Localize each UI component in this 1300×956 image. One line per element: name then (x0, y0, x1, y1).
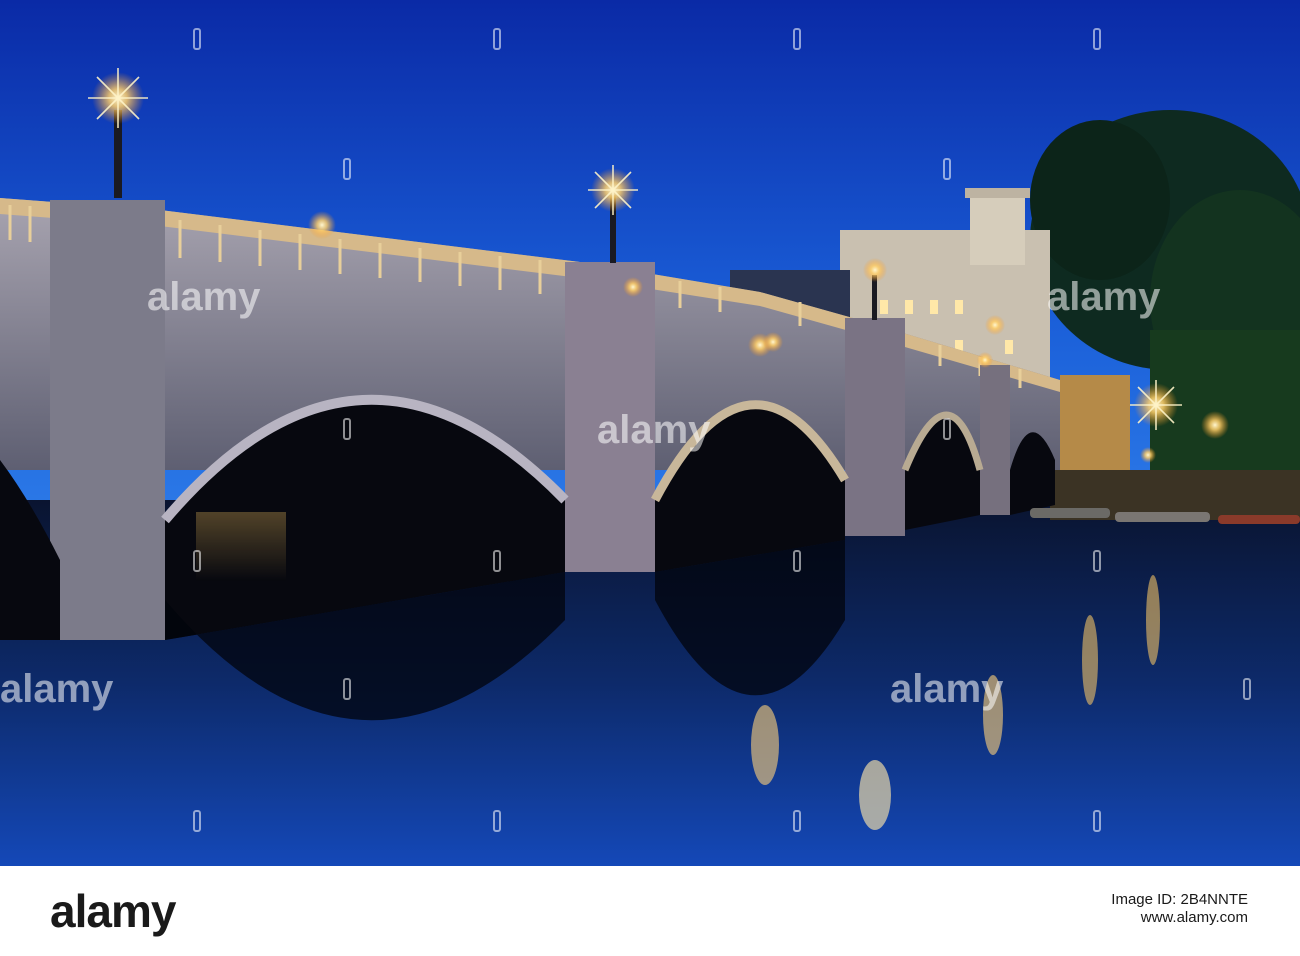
watermark-top-right: alamy (1047, 275, 1161, 319)
watermark-center: alamy (597, 408, 711, 452)
alamy-watermark-mark-icon (193, 28, 201, 50)
site-url: www.alamy.com (1140, 909, 1248, 926)
alamy-watermark-mark-icon (193, 550, 201, 572)
image-id: Image ID: 2B4NNTE (1111, 891, 1248, 908)
stock-photo: alamy alamy alamy alamy alamy alamy Imag… (0, 0, 1300, 956)
alamy-watermark-mark-icon (1093, 810, 1101, 832)
alamy-watermark-mark-icon (493, 550, 501, 572)
image-id-label: Image ID: 2B4NNTE www.alamy.com (1111, 891, 1248, 927)
alamy-watermark-mark-icon (343, 158, 351, 180)
alamy-watermark-mark-icon (793, 28, 801, 50)
watermark-bottom-center: alamy (890, 667, 1004, 711)
alamy-watermark-mark-icon (943, 418, 951, 440)
watermark-top-left: alamy (147, 275, 261, 319)
alamy-watermark-mark-icon (193, 810, 201, 832)
alamy-watermark-mark-icon (493, 810, 501, 832)
alamy-watermark-mark-icon (793, 550, 801, 572)
footer-bar: alamy Image ID: 2B4NNTE www.alamy.com (0, 866, 1300, 956)
alamy-watermark-mark-icon (343, 418, 351, 440)
alamy-watermark-mark-icon (943, 158, 951, 180)
alamy-watermark-mark-icon (1093, 28, 1101, 50)
alamy-logo: alamy (50, 885, 176, 937)
alamy-watermark-mark-icon (493, 28, 501, 50)
alamy-watermark-mark-icon (1093, 550, 1101, 572)
watermark-bottom-left: alamy (0, 667, 114, 711)
alamy-watermark-mark-icon (793, 810, 801, 832)
alamy-watermark-mark-icon (343, 678, 351, 700)
alamy-watermark-mark-icon (1243, 678, 1251, 700)
